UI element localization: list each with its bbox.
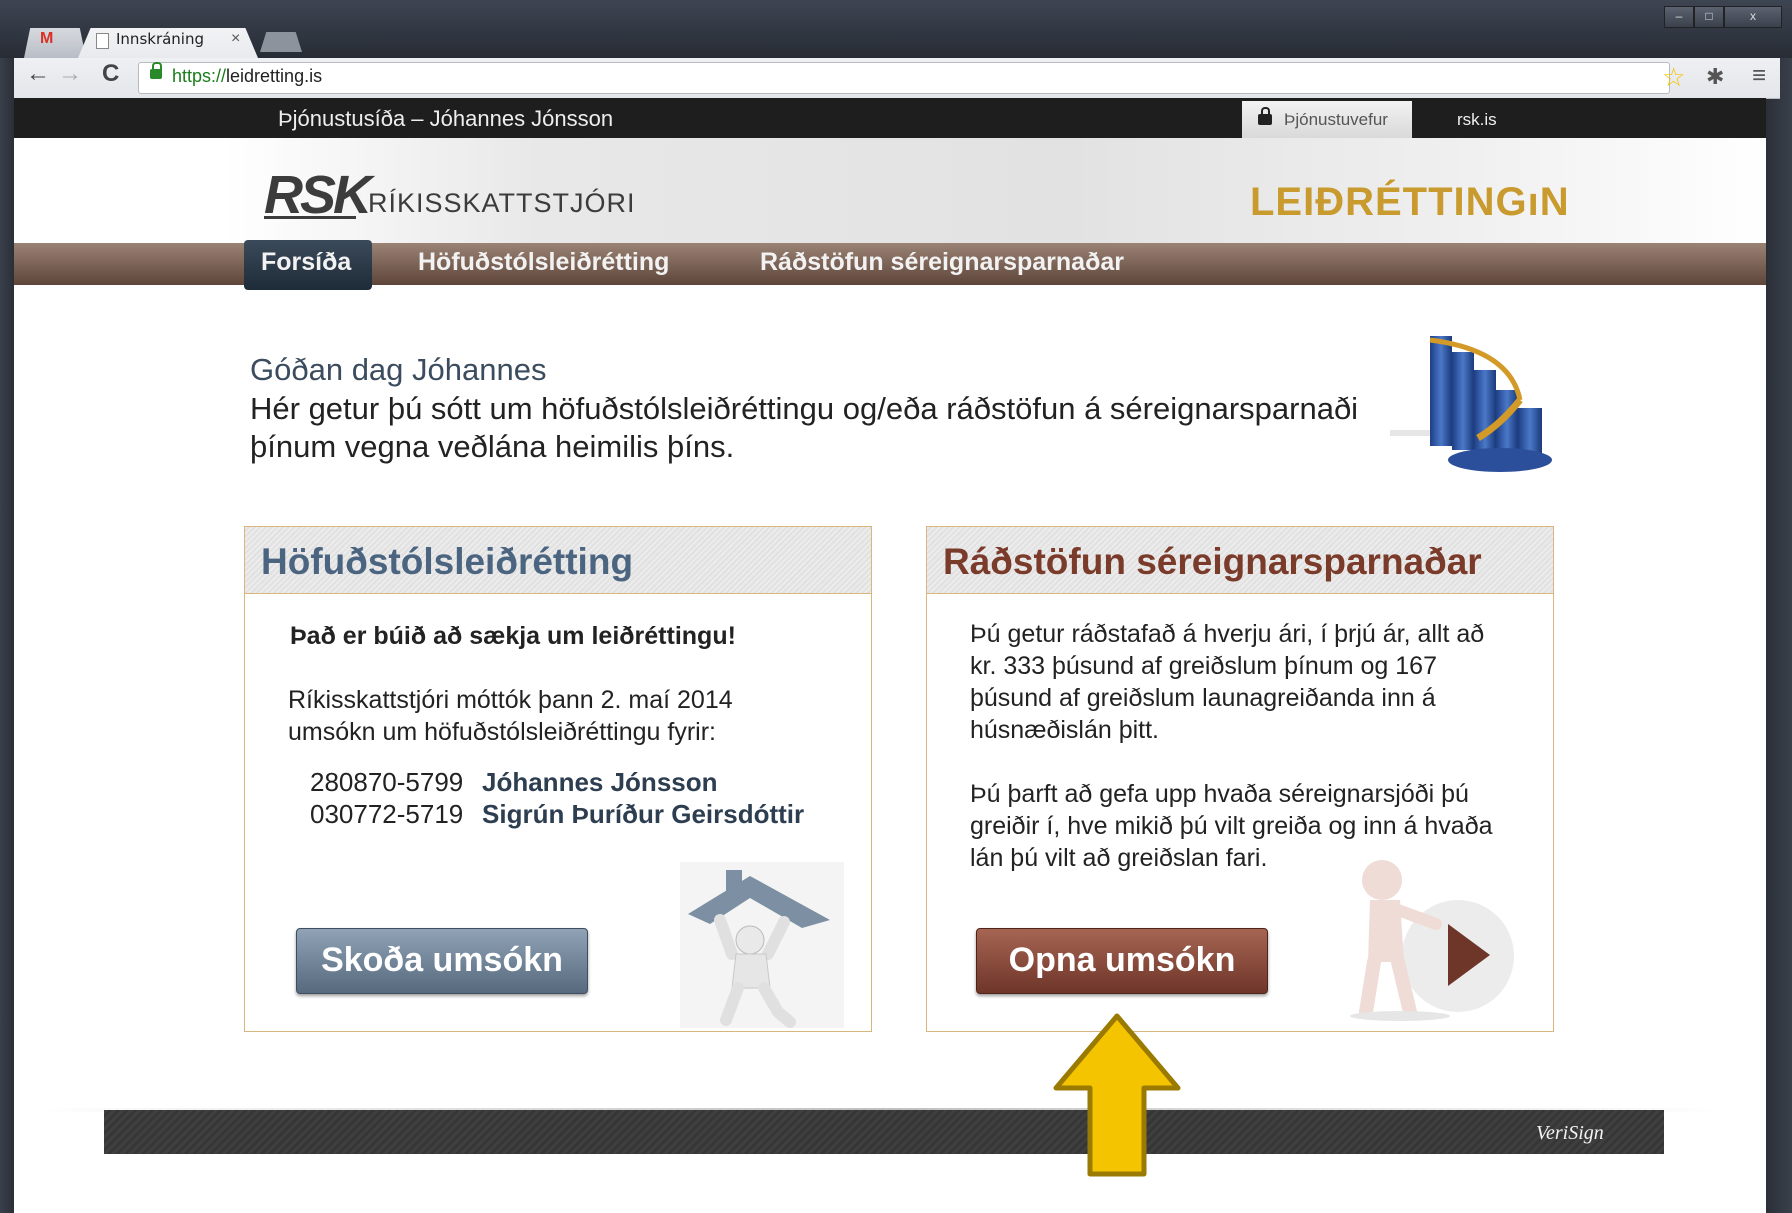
gmail-icon: M xyxy=(40,30,54,47)
org-name: RÍKISSKATTSTJÓRI xyxy=(368,188,636,218)
tab-gmail[interactable] xyxy=(24,28,86,58)
view-application-button[interactable]: Skoða umsókn xyxy=(296,928,588,994)
brand-logo[interactable]: LEIÐRÉTTINGıN xyxy=(1250,180,1570,225)
tab-close-icon[interactable]: × xyxy=(231,30,240,48)
site-topbar xyxy=(14,98,1766,138)
stairs-chart-icon xyxy=(1390,336,1552,472)
new-tab-button[interactable] xyxy=(260,32,302,52)
window-border-left xyxy=(0,58,14,1213)
pension-paragraph-1: Þú getur ráðstafað á hverju ári, í þrjú … xyxy=(970,620,1485,744)
applicant-name: Jóhannes Jónsson xyxy=(482,767,718,797)
applicant-ids: 280870-5799 030772-5719 xyxy=(310,766,463,830)
intro-text: Hér getur þú sótt um höfuðstólsleiðrétti… xyxy=(250,391,1359,464)
principal-card-header: Höfuðstólsleiðrétting xyxy=(245,527,871,594)
yellow-up-arrow-icon xyxy=(1053,1013,1181,1177)
back-arrow-icon[interactable]: ← xyxy=(26,60,50,88)
url-host: leidretting.is xyxy=(226,66,323,86)
minimize-button[interactable]: – xyxy=(1664,6,1694,28)
window-border-right xyxy=(1766,58,1792,1213)
open-application-button[interactable]: Opna umsókn xyxy=(976,928,1268,994)
applicant-id: 280870-5799 xyxy=(310,767,464,797)
greeting: Góðan dag Jóhannes xyxy=(250,352,547,387)
tab-title: Innskráning xyxy=(116,30,205,48)
url-scheme: https:// xyxy=(172,66,227,86)
applicant-name: Sigrún Þuríður Geirsdóttir xyxy=(482,799,805,829)
nav-item-pension[interactable]: Ráðstöfun séreignarsparnaðar xyxy=(760,248,1124,277)
address-bar[interactable] xyxy=(138,62,1670,94)
verisign-logo[interactable]: VeriSign xyxy=(1536,1122,1604,1145)
applicant-names: Jóhannes Jónsson Sigrún Þuríður Geirsdót… xyxy=(482,766,804,830)
site-footer xyxy=(104,1110,1664,1154)
secure-lock-icon xyxy=(150,62,162,79)
rsk-link[interactable]: rsk.is xyxy=(1457,110,1497,130)
menu-icon[interactable]: ≡ xyxy=(1752,62,1766,90)
pension-card-title: Ráðstöfun séreignarsparnaðar xyxy=(943,541,1482,582)
house-lifting-figure-icon xyxy=(680,862,844,1028)
pension-card-header: Ráðstöfun séreignarsparnaðar xyxy=(927,527,1553,594)
lock-icon xyxy=(1258,107,1272,125)
principal-text: Ríkisskattstjóri móttók þann 2. maí 2014… xyxy=(288,686,733,746)
extension-icon[interactable]: ✱ xyxy=(1706,64,1724,90)
logo-underline xyxy=(264,216,356,219)
principal-status: Það er búið að sækja um leiðréttingu! xyxy=(290,622,736,650)
nav-item-principal[interactable]: Höfuðstólsleiðrétting xyxy=(418,248,669,277)
page-icon xyxy=(96,33,109,49)
figure-with-play-icon xyxy=(1350,860,1514,1021)
principal-card-title: Höfuðstólsleiðrétting xyxy=(261,541,634,582)
url-text[interactable]: https://leidretting.is xyxy=(172,66,322,87)
topbar-title: Þjónustusíða – Jóhannes Jónsson xyxy=(278,106,614,131)
nav-item-forsida[interactable]: Forsíða xyxy=(261,248,351,277)
reload-icon[interactable]: C xyxy=(102,60,119,88)
service-portal-link[interactable]: Þjónustuvefur xyxy=(1284,110,1388,130)
bookmark-star-icon[interactable]: ☆ xyxy=(1662,62,1685,93)
forward-arrow-icon[interactable]: → xyxy=(58,60,82,88)
maximize-button[interactable]: □ xyxy=(1694,6,1724,28)
applicant-id: 030772-5719 xyxy=(310,799,464,829)
close-window-button[interactable]: x xyxy=(1724,6,1782,28)
